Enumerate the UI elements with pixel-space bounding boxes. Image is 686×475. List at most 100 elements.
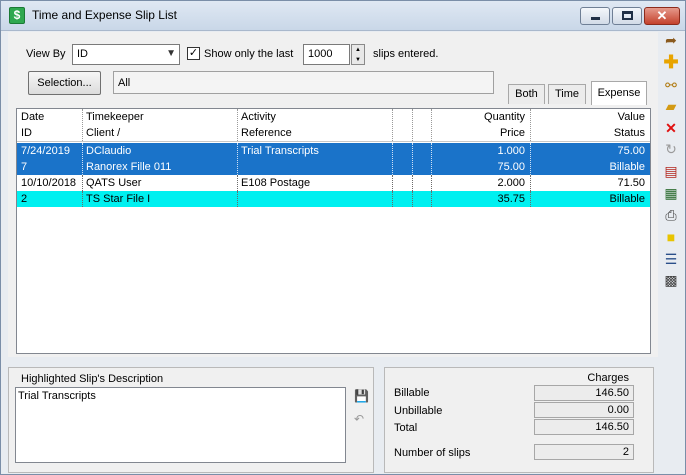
header-quantity[interactable]: Quantity xyxy=(447,109,525,125)
billable-label: Billable xyxy=(394,387,430,399)
column-divider xyxy=(412,175,413,191)
column-divider xyxy=(530,191,531,207)
chevron-down-icon: ▼ xyxy=(166,48,176,59)
column-divider xyxy=(431,175,432,191)
slip-table[interactable]: Date Timekeeper Activity Quantity Value … xyxy=(16,108,651,354)
row-timekeeper: DClaudio xyxy=(86,145,132,157)
slip-list-window: $ Time and Expense Slip List ✕ View By I… xyxy=(0,0,686,475)
billable-value: 146.50 xyxy=(534,385,634,401)
row-timekeeper: QATS User xyxy=(86,177,142,189)
save-icon[interactable]: 💾 xyxy=(354,389,369,403)
tab-both[interactable]: Both xyxy=(508,84,545,104)
column-divider xyxy=(530,175,531,191)
column-divider xyxy=(530,143,531,175)
row-value: 71.50 xyxy=(617,177,645,189)
header-date[interactable]: Date xyxy=(21,109,81,125)
view-by-select[interactable]: ID ▼ xyxy=(72,44,180,65)
column-divider xyxy=(392,143,393,175)
slips-entered-label: slips entered. xyxy=(373,48,439,60)
description-textarea[interactable]: Trial Transcripts xyxy=(15,387,346,463)
row-quantity: 2.000 xyxy=(497,177,525,189)
unbillable-label: Unbillable xyxy=(394,405,443,417)
close-button[interactable]: ✕ xyxy=(644,7,680,25)
calculator-icon[interactable]: ▩ xyxy=(662,272,680,288)
column-divider xyxy=(392,175,393,191)
header-reference[interactable]: Reference xyxy=(241,125,391,141)
column-divider xyxy=(82,143,83,175)
book-icon[interactable]: ▤ xyxy=(662,163,680,179)
header-status[interactable]: Status xyxy=(537,125,645,141)
column-divider xyxy=(431,109,432,141)
view-by-value: ID xyxy=(77,48,88,60)
table-row[interactable]: 7/24/2019 DClaudio Trial Transcripts 1.0… xyxy=(17,143,650,175)
close-icon: ✕ xyxy=(656,8,668,23)
links-icon[interactable]: ⚯ xyxy=(662,77,680,93)
column-divider xyxy=(412,191,413,207)
refresh-icon[interactable]: ↻ xyxy=(662,141,680,157)
minimize-button[interactable] xyxy=(580,7,610,25)
add-icon[interactable]: ✚ xyxy=(662,53,680,71)
view-by-label: View By xyxy=(26,48,66,60)
row-activity: E108 Postage xyxy=(241,177,311,189)
spin-up-icon[interactable]: ▲ xyxy=(352,45,364,55)
tab-expense[interactable]: Expense xyxy=(591,81,647,105)
report-icon[interactable]: ▦ xyxy=(662,185,680,201)
column-divider xyxy=(392,191,393,207)
header-value[interactable]: Value xyxy=(537,109,645,125)
row-date: 7/24/2019 xyxy=(21,145,70,157)
row-price: 35.75 xyxy=(497,193,525,205)
open-folder-icon[interactable]: ▰ xyxy=(662,98,680,114)
row-client: TS Star File I xyxy=(86,193,151,205)
window-title: Time and Expense Slip List xyxy=(32,8,177,22)
header-client[interactable]: Client / xyxy=(86,125,236,141)
table-row[interactable]: 10/10/2018 QATS User E108 Postage 2.000 … xyxy=(17,175,650,191)
delete-icon[interactable]: ✕ xyxy=(662,120,680,136)
slip-count-value: 1000 xyxy=(308,48,333,60)
note-icon[interactable]: ■ xyxy=(662,229,680,245)
print-icon[interactable]: ⎙ xyxy=(662,207,680,223)
walk-in-icon[interactable]: ➦ xyxy=(662,32,680,48)
show-only-checkbox[interactable]: ✓ xyxy=(187,47,200,60)
column-divider xyxy=(237,143,238,175)
selection-button[interactable]: Selection... xyxy=(28,71,101,95)
column-divider xyxy=(237,175,238,191)
column-divider xyxy=(431,143,432,175)
row-value: 75.00 xyxy=(617,145,645,157)
total-value: 146.50 xyxy=(534,419,634,435)
title-bar: $ Time and Expense Slip List ✕ xyxy=(1,1,685,31)
total-label: Total xyxy=(394,422,418,434)
row-quantity: 1.000 xyxy=(497,145,525,157)
tab-time[interactable]: Time xyxy=(548,84,586,104)
table-row[interactable]: 2 TS Star File I 35.75 Billable xyxy=(17,191,650,207)
column-divider xyxy=(82,191,83,207)
row-status: Billable xyxy=(609,193,645,205)
undo-icon[interactable]: ↶ xyxy=(354,412,364,426)
header-id[interactable]: ID xyxy=(21,125,81,141)
selection-value: All xyxy=(118,77,131,89)
row-activity: Trial Transcripts xyxy=(241,145,319,157)
slip-count-label: Number of slips xyxy=(394,447,471,459)
maximize-button[interactable] xyxy=(612,7,642,25)
row-date: 10/10/2018 xyxy=(21,177,77,189)
row-client: Ranorex Fille 011 xyxy=(86,161,172,173)
header-price[interactable]: Price xyxy=(447,125,525,141)
header-timekeeper[interactable]: Timekeeper xyxy=(86,109,236,125)
side-toolbar: ➦ ✚ ⚯ ▰ ✕ ↻ ▤ ▦ ⎙ ■ ☰ ▩ xyxy=(658,32,686,312)
show-only-label: Show only the last xyxy=(204,48,294,60)
slip-count-total: 2 xyxy=(534,444,634,460)
unbillable-value: 0.00 xyxy=(534,402,634,418)
header-activity[interactable]: Activity xyxy=(241,109,391,125)
minimize-icon xyxy=(591,17,600,20)
slip-count-spinner[interactable]: ▲ ▼ xyxy=(351,44,365,65)
description-title: Highlighted Slip's Description xyxy=(21,373,164,385)
list-icon[interactable]: ☰ xyxy=(662,251,680,267)
spin-down-icon[interactable]: ▼ xyxy=(352,55,364,65)
charges-header: Charges xyxy=(587,372,629,384)
maximize-icon xyxy=(622,11,633,20)
column-divider xyxy=(412,109,413,141)
slip-count-input[interactable]: 1000 xyxy=(303,44,350,65)
row-status: Billable xyxy=(609,161,645,173)
column-divider xyxy=(237,109,238,141)
dollar-icon: $ xyxy=(9,7,25,24)
selection-field: All xyxy=(113,71,494,94)
